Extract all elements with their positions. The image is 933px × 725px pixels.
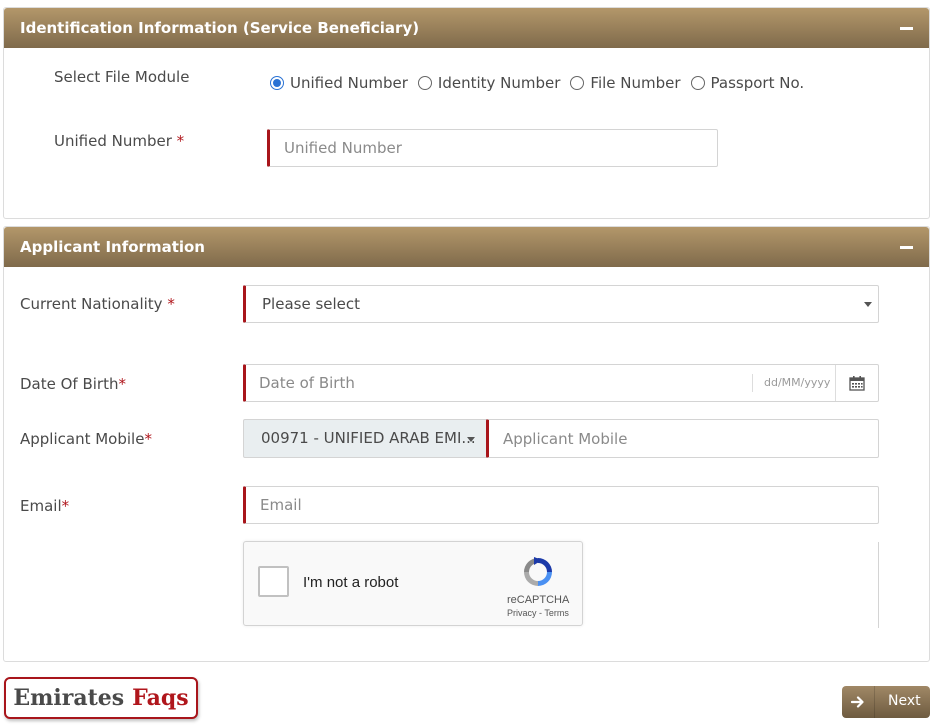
applicant-panel-header[interactable]: Applicant Information (4, 227, 929, 267)
unified-number-input[interactable] (267, 129, 718, 167)
recaptcha-terms-link[interactable]: Terms (544, 608, 569, 618)
dropdown-caret-icon (864, 302, 872, 307)
email-input[interactable] (243, 486, 879, 524)
recaptcha-links: Privacy - Terms (507, 608, 569, 618)
dob-label-text: Date Of Birth (20, 375, 119, 393)
radio-label: File Number (590, 74, 681, 92)
required-mark: * (61, 497, 70, 515)
dob-format-hint: dd/MM/yyyy (752, 374, 830, 392)
collapse-minus-icon[interactable] (900, 246, 913, 249)
identification-panel: Identification Information (Service Bene… (3, 7, 930, 219)
dob-input[interactable] (246, 365, 751, 401)
calendar-button[interactable] (835, 365, 878, 401)
dob-field: dd/MM/yyyy (243, 364, 879, 402)
calendar-icon (849, 376, 865, 391)
nationality-selected-value: Please select (262, 295, 361, 313)
dob-label: Date Of Birth* (20, 375, 126, 393)
mobile-label: Applicant Mobile* (20, 430, 152, 448)
logo-word-emirates: Emirates (13, 685, 125, 711)
required-mark: * (118, 375, 127, 393)
mobile-label-text: Applicant Mobile (20, 430, 145, 448)
recaptcha-widget: I'm not a robot reCAPTCHA Privacy - Term… (243, 541, 583, 626)
country-code-value: 00971 - UNIFIED ARAB EMI... (261, 429, 476, 447)
logo-word-faqs: Faqs (132, 685, 189, 711)
mobile-input[interactable] (486, 419, 879, 458)
recaptcha-label: I'm not a robot (303, 574, 399, 591)
radio-identity-number[interactable]: Identity Number (417, 74, 561, 92)
country-code-select[interactable]: 00971 - UNIFIED ARAB EMI... (243, 419, 487, 458)
next-button[interactable]: Next (842, 686, 930, 718)
radio-unchecked-icon[interactable] (570, 76, 585, 90)
nationality-label: Current Nationality * (20, 295, 175, 313)
dropdown-caret-icon (467, 437, 475, 442)
identification-title: Identification Information (Service Bene… (20, 19, 420, 37)
radio-label: Passport No. (710, 74, 805, 92)
file-module-radio-group: Unified Number Identity Number File Numb… (270, 74, 814, 92)
radio-label: Identity Number (437, 74, 561, 92)
radio-unified-number[interactable]: Unified Number (270, 74, 408, 92)
next-button-label: Next (888, 693, 921, 709)
email-label-text: Email (20, 497, 62, 515)
identification-panel-header[interactable]: Identification Information (Service Bene… (4, 8, 929, 48)
radio-unchecked-icon[interactable] (690, 76, 705, 90)
required-mark: * (176, 132, 185, 150)
file-module-label: Select File Module (54, 68, 190, 86)
recaptcha-logo-icon (524, 557, 552, 586)
arrow-right-icon (842, 686, 875, 718)
radio-file-number[interactable]: File Number (570, 74, 681, 92)
unified-number-label-text: Unified Number (54, 132, 172, 150)
radio-passport-no[interactable]: Passport No. (690, 74, 805, 92)
collapse-minus-icon[interactable] (900, 27, 913, 30)
radio-checked-icon[interactable] (270, 76, 284, 90)
nationality-select[interactable]: Please select (243, 285, 879, 323)
radio-unchecked-icon[interactable] (417, 76, 432, 90)
email-label: Email* (20, 497, 69, 515)
required-mark: * (167, 295, 175, 313)
required-mark: * (144, 430, 152, 448)
emirates-faqs-logo: Emirates Faqs (4, 677, 198, 719)
divider (878, 542, 879, 628)
applicant-title: Applicant Information (20, 238, 205, 256)
recaptcha-brand: reCAPTCHA (507, 594, 570, 606)
recaptcha-privacy-link[interactable]: Privacy (507, 608, 537, 618)
nationality-label-text: Current Nationality (20, 295, 163, 313)
recaptcha-checkbox[interactable] (258, 566, 289, 597)
unified-number-label: Unified Number * (54, 132, 184, 150)
radio-label: Unified Number (290, 74, 408, 92)
